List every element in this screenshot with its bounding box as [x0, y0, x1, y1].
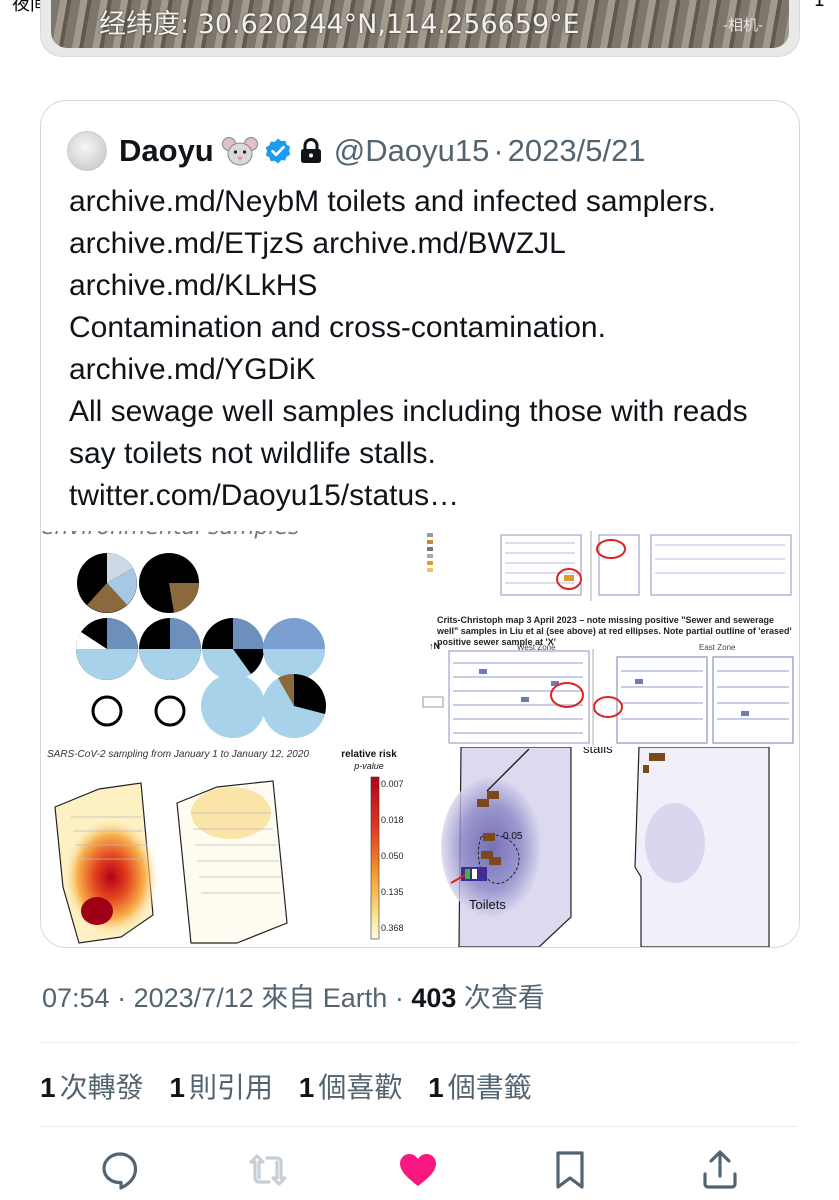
meta-separator: ·	[117, 983, 127, 1013]
stalls-label: stalls	[583, 747, 613, 756]
west-zone-label: West Zone	[517, 643, 556, 652]
retweets-label: 次轉發	[59, 1072, 144, 1103]
image1-caption: environmental samples	[41, 531, 300, 540]
toilets-label: Toilets	[469, 897, 506, 912]
quotes-count: 1	[169, 1072, 185, 1103]
map-title: Crits-Christoph map 3 April 2023 – note …	[437, 615, 792, 647]
status-right: 1	[813, 0, 825, 11]
bookmarks-label: 個書籤	[447, 1072, 532, 1103]
lock-icon	[300, 138, 321, 163]
like-heart-icon[interactable]	[396, 1148, 440, 1192]
share-icon[interactable]	[698, 1148, 742, 1192]
bookmarks-count: 1	[428, 1072, 444, 1103]
bookmarks-stat[interactable]: 1 個書籤	[428, 1072, 532, 1103]
mouse-face-icon	[221, 137, 258, 166]
likes-stat[interactable]: 1 個喜歡	[299, 1072, 403, 1103]
reply-icon[interactable]	[98, 1148, 142, 1192]
pie-charts-graphic	[75, 553, 327, 738]
author-handle[interactable]: @Daoyu15	[334, 133, 490, 169]
legend-tick: 0.050	[381, 851, 404, 861]
divider	[40, 1126, 798, 1127]
legend-tick: 0.018	[381, 815, 404, 825]
density-map-graphic	[441, 747, 770, 947]
quotes-stat[interactable]: 1 則引用	[169, 1072, 273, 1103]
author-name[interactable]: Daoyu	[119, 133, 214, 169]
media-image-market-map[interactable]: Crits-Christoph map 3 April 2023 – note …	[421, 531, 799, 745]
header-separator: ·	[493, 133, 504, 168]
media-image-pies[interactable]: environmental samples	[41, 531, 419, 745]
divider	[40, 1042, 798, 1043]
tweet-metadata: 07:54 · 2023/7/12 來自 Earth · 403 次查看	[42, 976, 545, 1015]
north-arrow-label: ↑N	[429, 641, 440, 651]
tweet-source: 來自 Earth	[261, 983, 388, 1013]
legend-tick: 0.135	[381, 887, 404, 897]
tweet-action-bar	[0, 1148, 839, 1198]
photo-coordinates: 经纬度: 30.620244°N,114.256659°E	[99, 9, 580, 40]
tweet-time[interactable]: 07:54	[42, 983, 110, 1013]
heatmap-graphic	[54, 776, 380, 944]
retweets-count: 1	[40, 1072, 56, 1103]
quoted-tweet-header: Daoyu @Daoyu15 · 2023/5/21	[67, 131, 646, 171]
quotes-label: 則引用	[188, 1072, 273, 1103]
east-zone-label: East Zone	[699, 643, 736, 652]
verified-badge-icon	[265, 138, 290, 164]
media-image-heatmap[interactable]: SARS-CoV-2 sampling from January 1 to Ja…	[41, 747, 419, 947]
avatar[interactable]	[67, 131, 107, 171]
retweets-stat[interactable]: 1 次轉發	[40, 1072, 144, 1103]
image3-caption: SARS-CoV-2 sampling from January 1 to Ja…	[47, 749, 309, 760]
media-image-density-map[interactable]: Toilets stalls 0.05	[421, 747, 799, 947]
views-count[interactable]: 403	[411, 983, 456, 1013]
quoted-media-grid[interactable]: environmental samples	[41, 531, 799, 947]
quoted-tweet-text: archive.md/NeybM toilets and infected sa…	[69, 185, 748, 512]
views-label[interactable]: 次查看	[464, 983, 545, 1013]
retweet-icon[interactable]	[246, 1148, 290, 1192]
meta-separator: ·	[394, 983, 404, 1013]
quote-date[interactable]: 2023/5/21	[508, 133, 646, 169]
likes-label: 個喜歡	[318, 1072, 403, 1103]
photo-camera-label: -相机-	[723, 17, 763, 34]
legend-title: relative risk	[341, 749, 397, 760]
previous-media-photo[interactable]: 经纬度: 30.620244°N,114.256659°E -相机-	[40, 0, 800, 57]
engagement-stats: 1 次轉發 1 則引用 1 個喜歡 1 個書籤	[40, 1066, 550, 1106]
contour-label: 0.05	[503, 831, 523, 842]
likes-count: 1	[298, 1072, 315, 1103]
legend-tick: 0.368	[381, 923, 404, 933]
tweet-date[interactable]: 2023/7/12	[134, 983, 254, 1013]
bookmark-icon[interactable]	[548, 1148, 592, 1192]
legend-subtitle: p-value	[354, 761, 384, 771]
quoted-tweet-card[interactable]: Daoyu @Daoyu15 · 2023/5/21 archive.md/Ne…	[40, 100, 800, 948]
legend-tick: 0.007	[381, 779, 404, 789]
